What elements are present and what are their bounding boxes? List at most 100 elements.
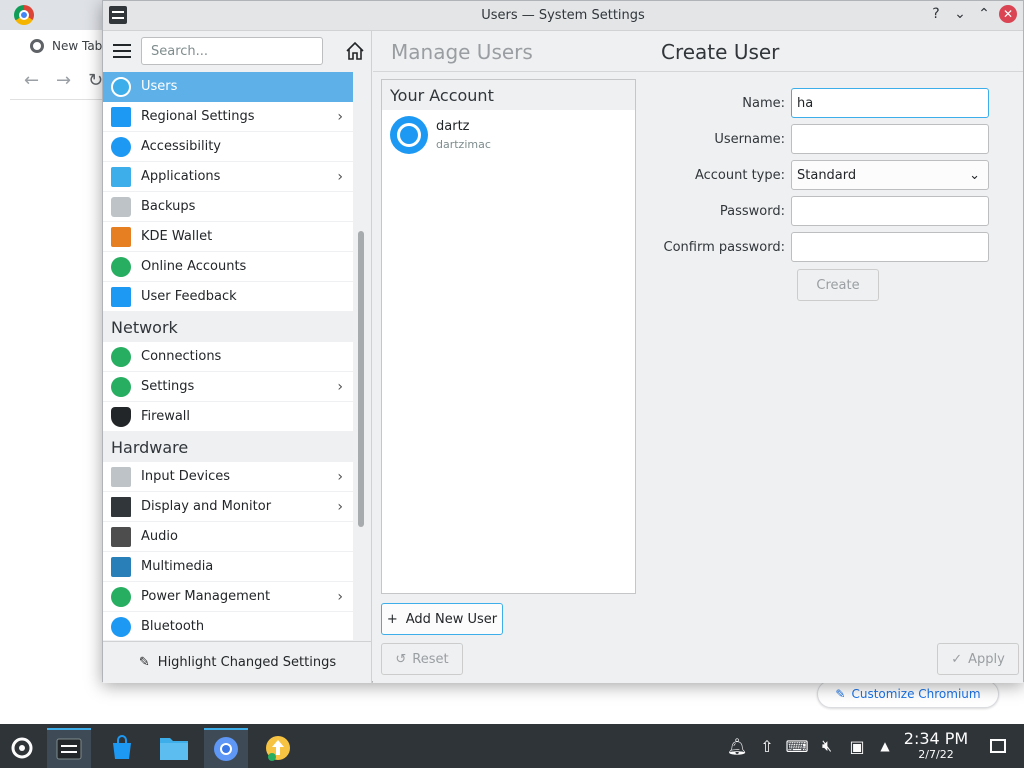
search-input[interactable]	[141, 37, 323, 65]
chevron-right-icon: ›	[337, 589, 343, 605]
volume-muted-icon[interactable]: 🔇︎	[816, 724, 838, 768]
notifications-icon[interactable]: 🔔︎	[726, 724, 748, 768]
sidebar-item-network-settings[interactable]: Settings ›	[103, 372, 353, 402]
sidebar-item-label: Users	[141, 79, 178, 94]
sidebar-item-multimedia[interactable]: Multimedia	[103, 552, 353, 582]
online-accounts-icon	[111, 256, 131, 277]
reload-icon[interactable]: ↻	[88, 70, 103, 91]
user-feedback-icon	[111, 286, 131, 307]
updates-tray-icon[interactable]: ⇧	[756, 724, 778, 768]
connections-icon	[111, 346, 131, 367]
sidebar-item-kde-wallet[interactable]: KDE Wallet	[103, 222, 353, 252]
sidebar-item-connections[interactable]: Connections	[103, 342, 353, 372]
sidebar-item-label: Multimedia	[141, 559, 214, 574]
header-divider	[373, 71, 1023, 72]
sidebar-item-label: Backups	[141, 199, 196, 214]
help-icon[interactable]: ?	[927, 5, 945, 23]
name-label: Name:	[742, 95, 785, 111]
tray-expand-icon[interactable]: ▲	[874, 724, 896, 768]
network-icon[interactable]: ▣	[846, 724, 868, 768]
password-field[interactable]	[791, 196, 989, 226]
minimize-icon[interactable]: ⌄	[951, 5, 969, 23]
add-new-user-button[interactable]: + Add New User	[381, 603, 503, 635]
highlight-changed-settings-button[interactable]: ✎ Highlight Changed Settings	[103, 641, 372, 683]
accessibility-icon	[111, 136, 131, 157]
sidebar-item-label: Settings	[141, 379, 195, 394]
page-title: Create User	[661, 40, 780, 64]
password-label: Password:	[719, 203, 785, 219]
system-settings-app-icon[interactable]	[109, 6, 127, 24]
breadcrumb[interactable]: Manage Users	[391, 40, 533, 64]
create-button[interactable]: Create	[797, 269, 879, 301]
taskbar-updater[interactable]	[256, 728, 300, 768]
sidebar-item-power-management[interactable]: Power Management ›	[103, 582, 353, 612]
chevron-right-icon: ›	[337, 469, 343, 485]
taskbar-file-manager[interactable]	[152, 728, 196, 768]
sidebar-item-display-and-monitor[interactable]: Display and Monitor ›	[103, 492, 353, 522]
power-icon	[111, 586, 131, 607]
taskbar-discover[interactable]	[100, 728, 144, 768]
account-type-select[interactable]: Standard ⌄	[791, 160, 989, 190]
sidebar-item-online-accounts[interactable]: Online Accounts	[103, 252, 353, 282]
folder-icon	[160, 738, 188, 760]
display-icon	[111, 496, 131, 517]
confirm-password-row: Confirm password:	[653, 229, 989, 265]
applications-icon	[111, 166, 131, 187]
kde-launcher-icon	[11, 737, 33, 759]
sidebar-item-accessibility[interactable]: Accessibility	[103, 132, 353, 162]
chromium-icon	[214, 737, 238, 761]
keyboard-icon[interactable]: ⌨	[785, 724, 808, 768]
reset-button[interactable]: ↺ Reset	[381, 643, 463, 675]
add-new-user-label: Add New User	[405, 611, 498, 627]
audio-icon	[111, 526, 131, 547]
sidebar-item-label: Accessibility	[141, 139, 221, 154]
close-icon[interactable]: ✕	[999, 5, 1017, 23]
sidebar-item-users[interactable]: Users	[103, 72, 353, 102]
sidebar: Users Regional Settings › Accessibility …	[103, 31, 372, 683]
sidebar-item-user-feedback[interactable]: User Feedback	[103, 282, 353, 312]
home-icon[interactable]	[345, 41, 365, 61]
clock-time: 2:34 PM	[903, 729, 969, 748]
sidebar-item-applications[interactable]: Applications ›	[103, 162, 353, 192]
name-field[interactable]	[791, 88, 989, 118]
taskbar: 🔔︎ ⇧ ⌨ 🔇︎ ▣ ▲ 2:34 PM 2/7/22	[0, 724, 1024, 768]
maximize-icon[interactable]: ⌃	[975, 5, 993, 23]
sidebar-item-firewall[interactable]: Firewall	[103, 402, 353, 432]
window-titlebar[interactable]: Users — System Settings ? ⌄ ⌃ ✕	[103, 1, 1023, 31]
forward-arrow-icon[interactable]: →	[56, 70, 71, 91]
input-devices-icon	[111, 466, 131, 487]
sidebar-list: Users Regional Settings › Accessibility …	[103, 72, 353, 640]
digital-clock[interactable]: 2:34 PM 2/7/22	[896, 730, 976, 762]
sidebar-scrollbar[interactable]	[358, 231, 364, 527]
account-list-panel: Your Account dartz dartzimac	[381, 79, 636, 594]
show-desktop-icon[interactable]	[986, 724, 1010, 768]
sidebar-item-input-devices[interactable]: Input Devices ›	[103, 462, 353, 492]
checkmark-icon: ✓	[951, 651, 963, 667]
confirm-password-label: Confirm password:	[663, 239, 785, 255]
sidebar-item-backups[interactable]: Backups	[103, 192, 353, 222]
backups-icon	[111, 196, 131, 217]
sidebar-item-label: Applications	[141, 169, 221, 184]
taskbar-chromium[interactable]	[204, 728, 248, 768]
sidebar-item-regional-settings[interactable]: Regional Settings ›	[103, 102, 353, 132]
sidebar-category-network: Network	[103, 312, 353, 342]
sidebar-item-audio[interactable]: Audio	[103, 522, 353, 552]
account-name: dartz	[436, 119, 470, 134]
back-arrow-icon[interactable]: ←	[24, 70, 39, 91]
username-field[interactable]	[791, 124, 989, 154]
account-list-item[interactable]: dartz dartzimac	[382, 110, 635, 160]
sidebar-item-label: Audio	[141, 529, 178, 544]
sidebar-item-bluetooth[interactable]: Bluetooth	[103, 612, 353, 640]
highlight-pen-icon: ✎	[138, 655, 150, 670]
confirm-password-field[interactable]	[791, 232, 989, 262]
sidebar-item-label: Regional Settings	[141, 109, 255, 124]
application-launcher[interactable]	[0, 728, 44, 768]
your-account-header: Your Account	[382, 80, 635, 110]
hamburger-menu-icon[interactable]	[113, 44, 131, 58]
chromium-tab-label: New Tab	[52, 39, 103, 53]
customize-chromium-button[interactable]: ✎ Customize Chromium	[817, 680, 999, 708]
apply-button[interactable]: ✓ Apply	[937, 643, 1019, 675]
avatar	[390, 116, 428, 154]
taskbar-system-settings[interactable]	[47, 728, 91, 768]
update-icon	[266, 736, 290, 761]
